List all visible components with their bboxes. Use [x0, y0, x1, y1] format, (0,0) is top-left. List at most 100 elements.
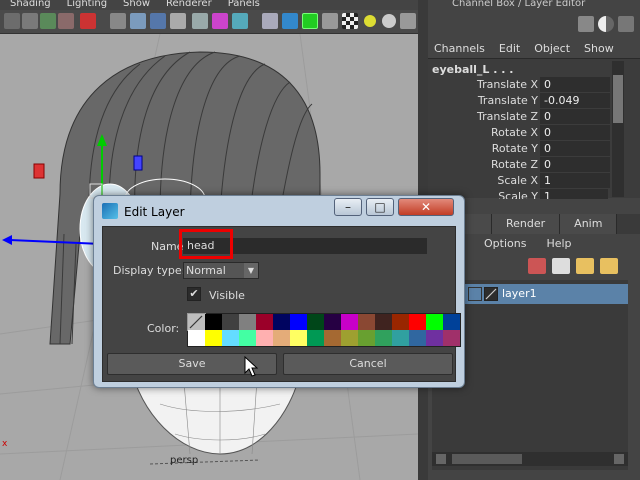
bookmark-icon[interactable]: [40, 13, 56, 29]
light-icon[interactable]: [364, 15, 376, 27]
menu-show[interactable]: Show: [123, 0, 150, 10]
palette-swatch[interactable]: [273, 330, 290, 346]
menu-help[interactable]: Help: [546, 234, 571, 254]
palette-swatch[interactable]: [222, 330, 239, 346]
menu-options[interactable]: Options: [484, 234, 526, 254]
palette-swatch[interactable]: [392, 314, 409, 330]
scroll-right-icon[interactable]: [614, 454, 624, 464]
palette-swatch[interactable]: [205, 314, 222, 330]
camera-attributes-icon[interactable]: [22, 13, 38, 29]
lighting-icon[interactable]: [212, 13, 228, 29]
image-plane-icon[interactable]: [58, 13, 74, 29]
palette-swatch[interactable]: [358, 330, 375, 346]
attr-row[interactable]: Rotate Y0: [428, 141, 610, 157]
menu-panels[interactable]: Panels: [228, 0, 260, 10]
palette-swatch-selected[interactable]: [187, 313, 206, 331]
wireframe-icon[interactable]: [110, 13, 126, 29]
palette-swatch[interactable]: [443, 330, 460, 346]
menu-edit[interactable]: Edit: [499, 40, 520, 58]
palette-swatch[interactable]: [324, 314, 341, 330]
new-layer-selected-icon[interactable]: [600, 258, 618, 274]
tab-render[interactable]: Render: [492, 214, 561, 234]
palette-swatch[interactable]: [273, 314, 290, 330]
xray-components-icon[interactable]: [322, 13, 338, 29]
palette-swatch[interactable]: [409, 330, 426, 346]
palette-swatch[interactable]: [341, 314, 358, 330]
attr-row[interactable]: Translate Z0: [428, 109, 610, 125]
palette-swatch[interactable]: [375, 314, 392, 330]
attr-row[interactable]: Translate Y -0.049: [428, 93, 610, 109]
palette-swatch[interactable]: [188, 330, 205, 346]
shadows-icon[interactable]: [232, 13, 248, 29]
palette-swatch[interactable]: [256, 330, 273, 346]
move-layer-down-icon[interactable]: [552, 258, 570, 274]
resolution-gate-icon[interactable]: [400, 13, 416, 29]
attribute-editor-toggle-icon[interactable]: [598, 16, 614, 32]
attr-row[interactable]: Translate X0: [428, 77, 610, 93]
layer-name[interactable]: layer1: [502, 284, 537, 304]
textured-icon[interactable]: [192, 13, 208, 29]
palette-swatch[interactable]: [409, 314, 426, 330]
palette-swatch[interactable]: [375, 330, 392, 346]
attr-value[interactable]: 0: [540, 141, 610, 156]
menu-shading[interactable]: Shading: [10, 0, 51, 10]
move-layer-up-icon[interactable]: [528, 258, 546, 274]
minimize-button[interactable]: –: [334, 198, 362, 216]
menu-channels[interactable]: Channels: [434, 40, 485, 58]
palette-swatch[interactable]: [443, 314, 460, 330]
palette-swatch[interactable]: [307, 330, 324, 346]
attr-row[interactable]: Rotate X0: [428, 125, 610, 141]
display-type-select[interactable]: Normal ▼: [183, 262, 259, 279]
palette-swatch[interactable]: [290, 314, 307, 330]
new-empty-layer-icon[interactable]: [576, 258, 594, 274]
layer-visibility-toggle[interactable]: [468, 287, 482, 301]
channel-box-toggle-icon[interactable]: [578, 16, 594, 32]
scroll-left-icon[interactable]: [436, 454, 446, 464]
menu-show[interactable]: Show: [584, 40, 614, 58]
attr-row[interactable]: Scale X1: [428, 173, 610, 189]
palette-swatch[interactable]: [358, 314, 375, 330]
tab-anim[interactable]: Anim: [560, 214, 618, 234]
palette-swatch[interactable]: [256, 314, 273, 330]
attr-value[interactable]: 0: [540, 125, 610, 140]
attr-row[interactable]: Rotate Z0: [428, 157, 610, 173]
shade-wire-icon[interactable]: [150, 13, 166, 29]
sphere-icon[interactable]: [382, 14, 396, 28]
palette-swatch[interactable]: [392, 330, 409, 346]
layer-list-hscrollbar[interactable]: [432, 452, 628, 466]
palette-swatch[interactable]: [290, 330, 307, 346]
palette-swatch[interactable]: [341, 330, 358, 346]
channel-box-scroll-thumb[interactable]: [613, 75, 623, 123]
palette-swatch[interactable]: [324, 330, 341, 346]
palette-swatch[interactable]: [426, 314, 443, 330]
attr-value[interactable]: 1: [540, 189, 608, 199]
move-x-handle[interactable]: [33, 163, 45, 179]
palette-swatch[interactable]: [222, 314, 239, 330]
maximize-button[interactable]: □: [366, 198, 394, 216]
close-button[interactable]: ✕: [398, 198, 454, 216]
palette-swatch[interactable]: [426, 330, 443, 346]
visible-checkbox[interactable]: ✔: [187, 287, 201, 301]
palette-swatch[interactable]: [307, 314, 324, 330]
layer-color-swatch[interactable]: [484, 287, 498, 301]
menu-object[interactable]: Object: [534, 40, 570, 58]
attr-value[interactable]: 1: [540, 173, 610, 188]
bounding-box-icon[interactable]: [170, 13, 186, 29]
grease-pencil-icon[interactable]: [80, 13, 96, 29]
isolate-icon[interactable]: [262, 13, 278, 29]
tool-settings-toggle-icon[interactable]: [618, 16, 634, 32]
palette-swatch[interactable]: [239, 330, 256, 346]
select-camera-icon[interactable]: [4, 13, 20, 29]
attr-value[interactable]: -0.049: [540, 93, 610, 108]
xray-icon[interactable]: [282, 13, 298, 29]
scroll-thumb[interactable]: [452, 454, 522, 464]
menu-renderer[interactable]: Renderer: [166, 0, 212, 10]
checker-icon[interactable]: [342, 13, 358, 29]
move-plane-handle[interactable]: [133, 155, 143, 171]
menu-lighting[interactable]: Lighting: [67, 0, 107, 10]
palette-swatch[interactable]: [205, 330, 222, 346]
smooth-shade-icon[interactable]: [130, 13, 146, 29]
attr-value[interactable]: 0: [540, 157, 610, 172]
attr-value[interactable]: 0: [540, 77, 610, 92]
xray-joints-icon[interactable]: [302, 13, 318, 29]
